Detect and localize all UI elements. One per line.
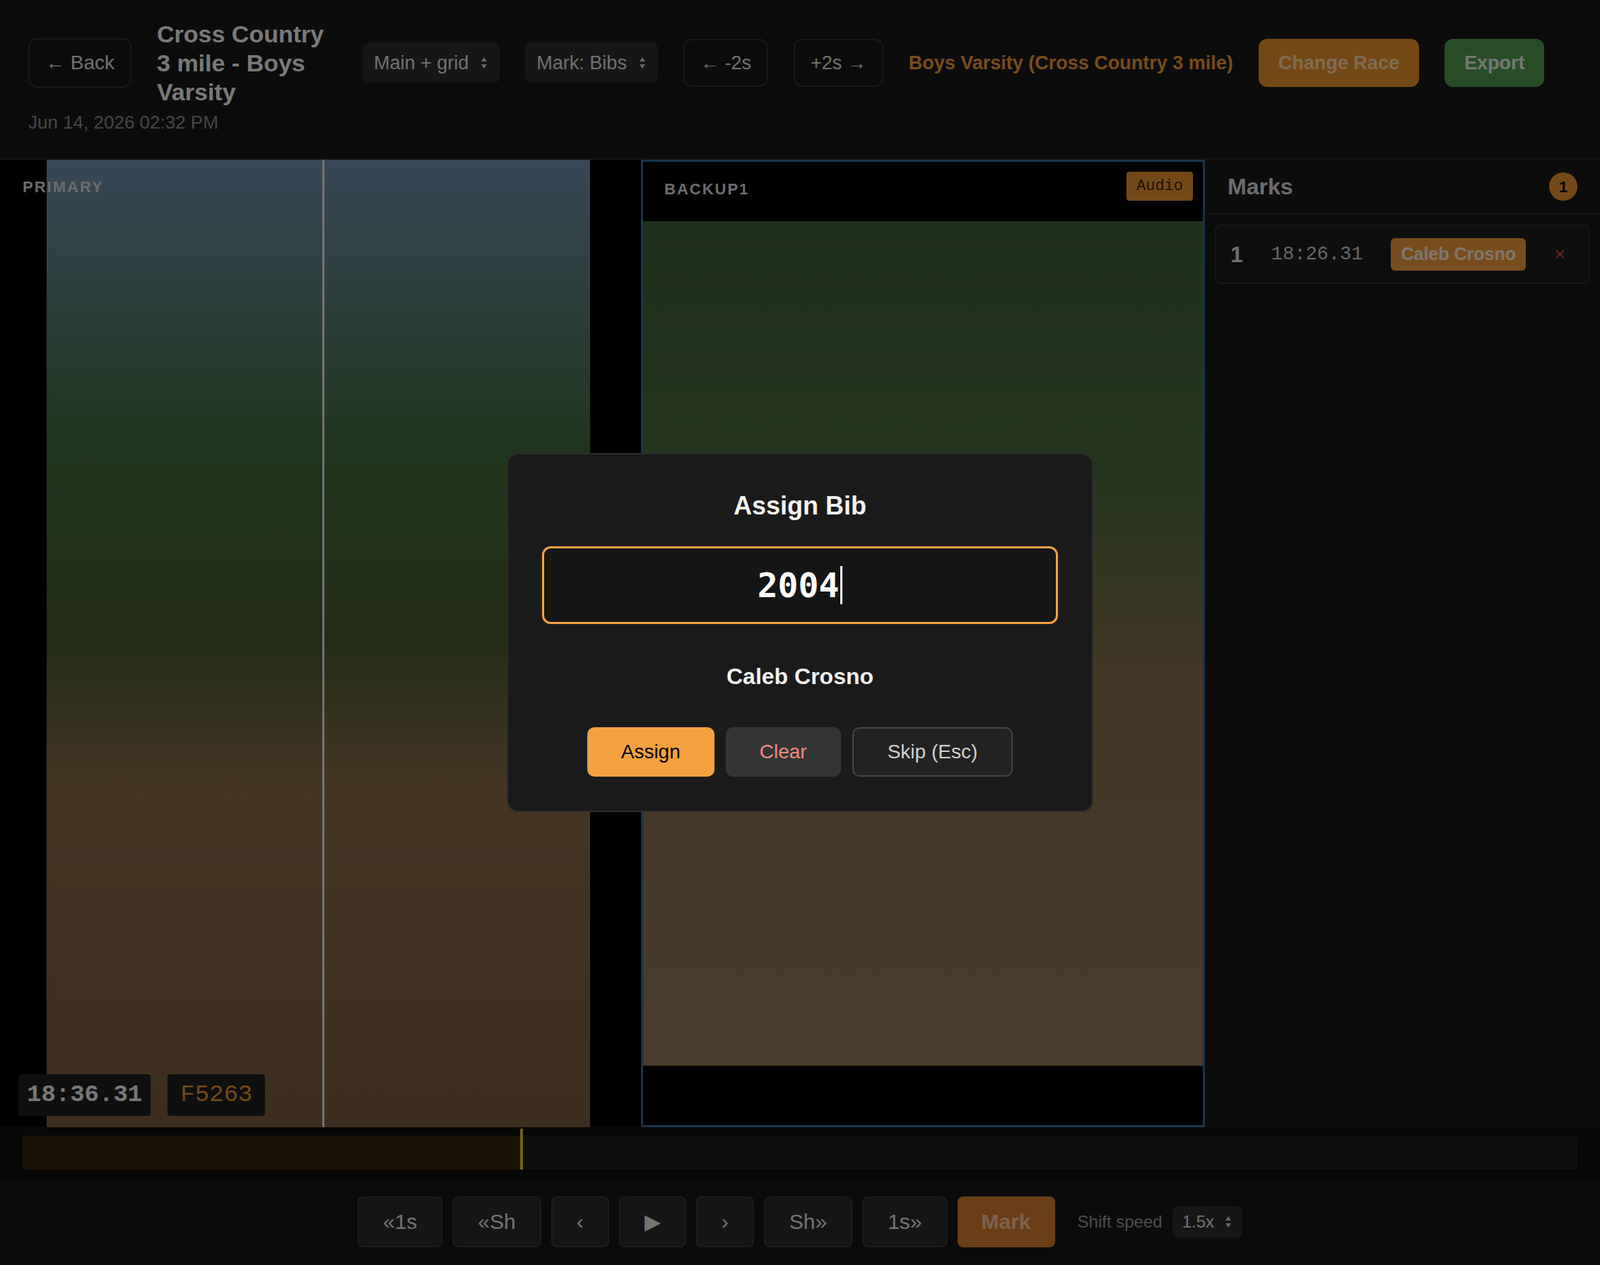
modal-backdrop[interactable]: Assign Bib 2004 Caleb Crosno AssignClearSki… — [0, 0, 1600, 1265]
primary-button[interactable]: Assign — [587, 727, 715, 777]
bib-input[interactable]: 2004 — [542, 546, 1058, 625]
text-cursor — [840, 566, 843, 605]
assign-bib-dialog: Assign Bib 2004 Caleb Crosno AssignClearSki… — [506, 453, 1094, 813]
app: ← BackCross Country 3 mile - Boys Varsit… — [0, 0, 1600, 1265]
runner-name: Caleb Crosno — [726, 659, 874, 694]
secondary-button[interactable]: Skip (Esc) — [852, 727, 1014, 777]
dialog-title: Assign Bib — [733, 486, 867, 526]
danger-button[interactable]: Clear — [725, 727, 841, 777]
